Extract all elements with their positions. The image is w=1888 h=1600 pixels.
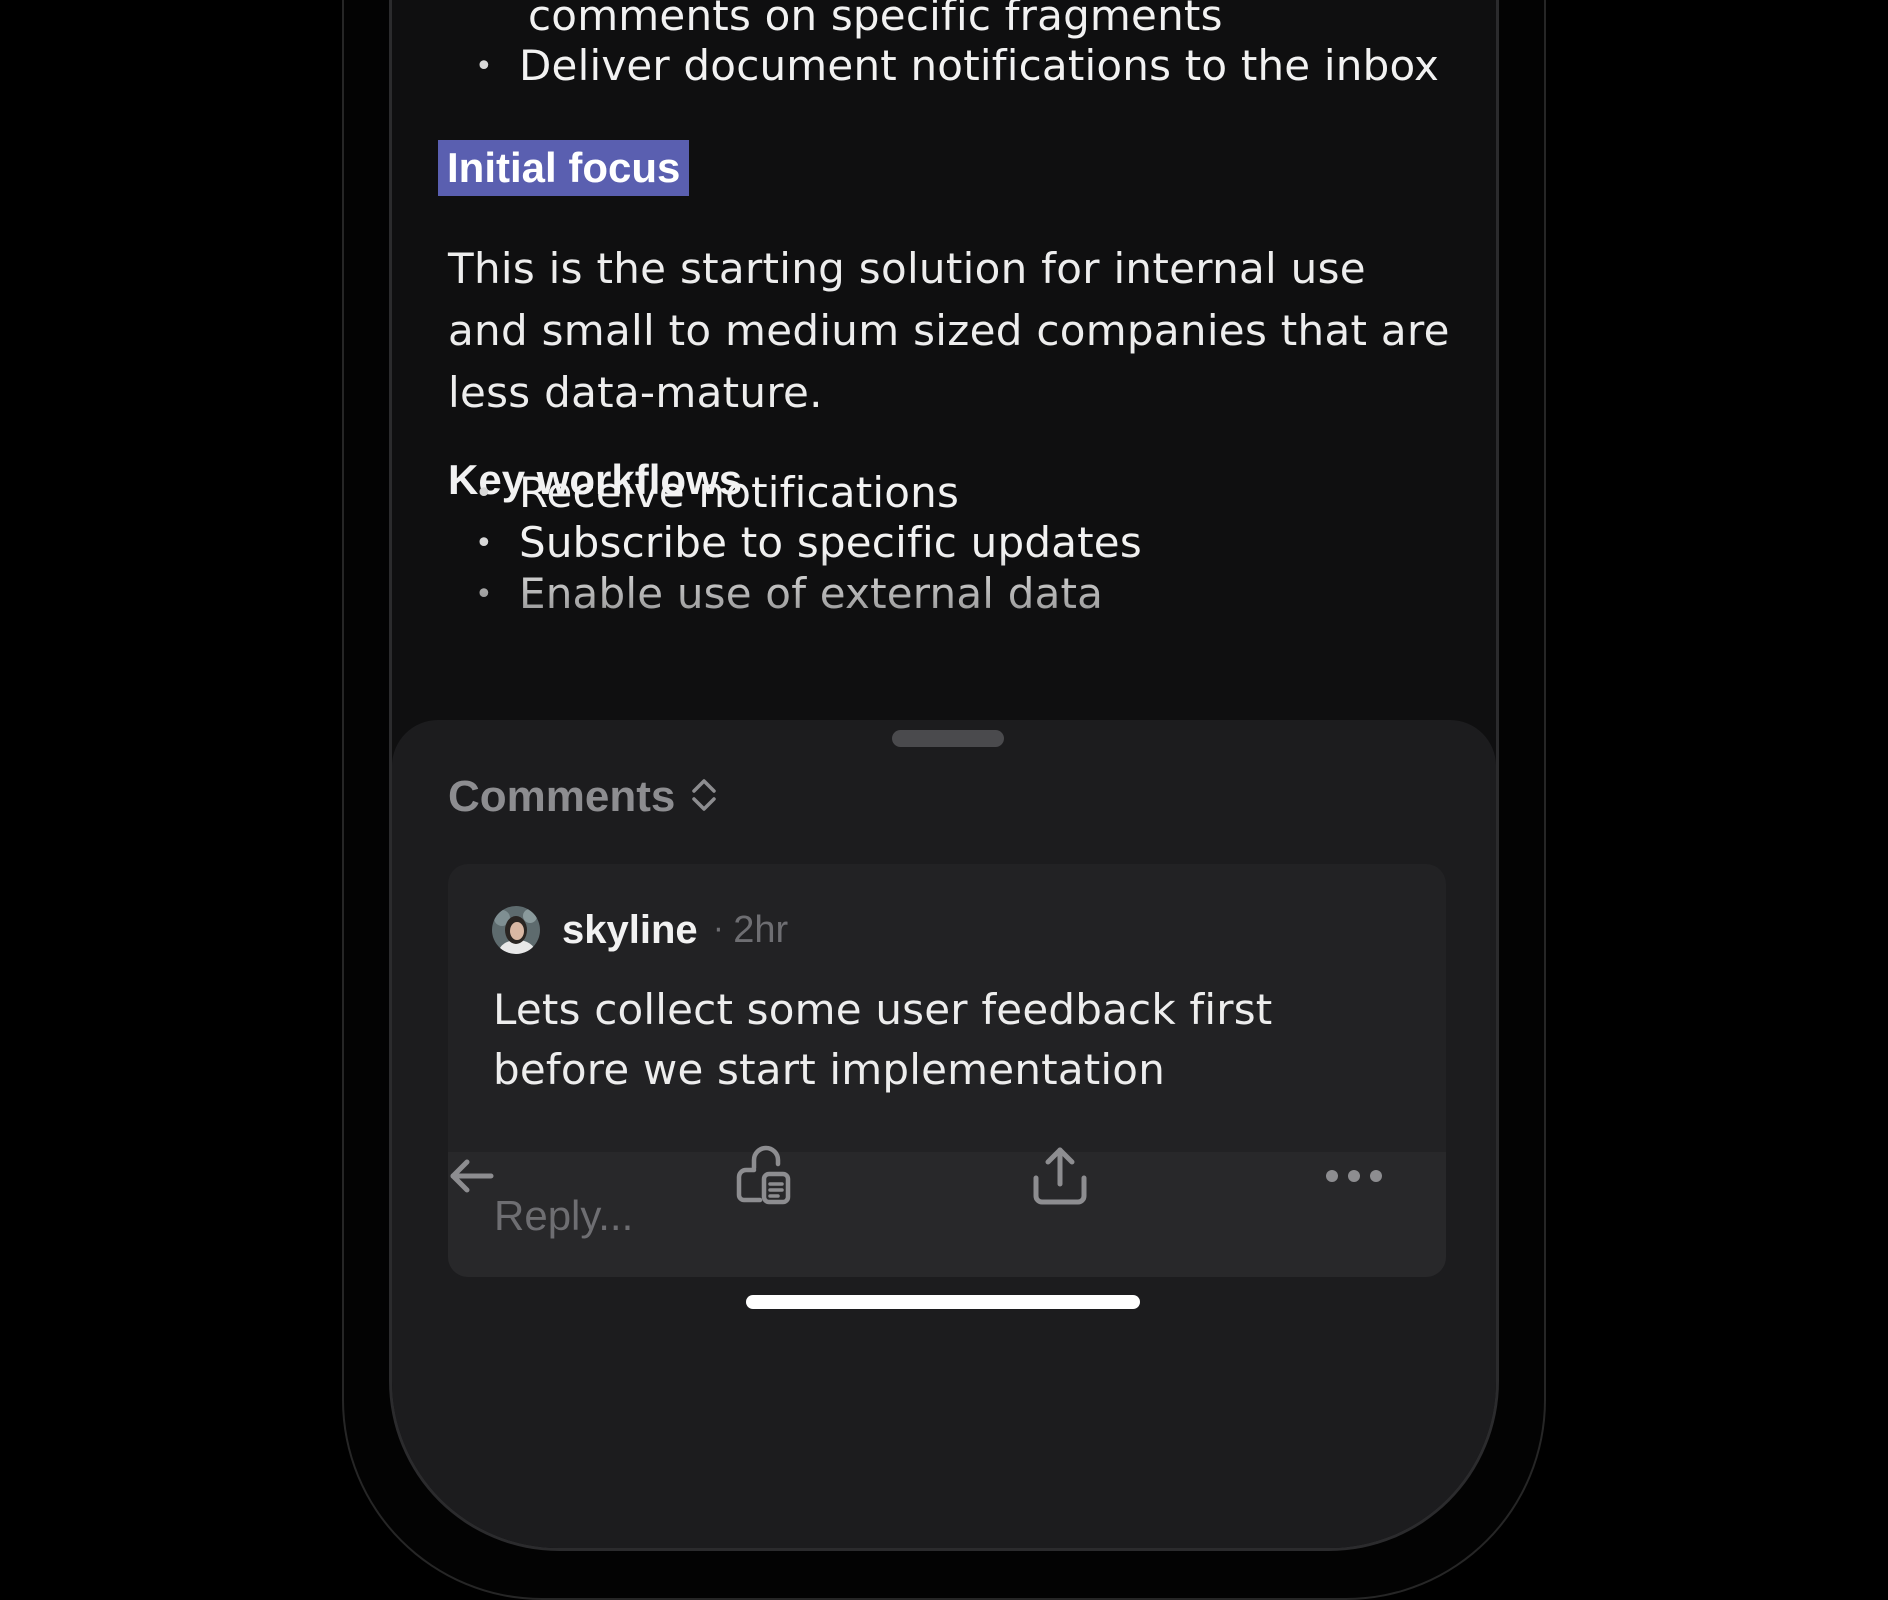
meta-separator: · (713, 912, 724, 948)
arrow-left-icon (447, 1156, 497, 1200)
comments-sheet: Comments skyline · 2hr Lets collect some… (392, 720, 1496, 1548)
bullet-glyph: • (475, 526, 493, 561)
comment-body: Lets collect some user feedback first be… (493, 985, 1273, 1094)
bullet-glyph: • (475, 577, 493, 612)
list-item: • Deliver document notifications to the i… (475, 40, 1439, 93)
list-item: • Subscribe to specific updates (475, 517, 1142, 570)
comments-filter-button[interactable]: Comments (448, 772, 719, 822)
list-item-text: Receive notifications (519, 468, 960, 517)
bullet-glyph: • (475, 49, 493, 84)
list-item: • Enable use of external data (475, 568, 1103, 621)
back-button[interactable] (432, 1138, 512, 1218)
avatar[interactable] (492, 906, 540, 954)
comments-title: Comments (448, 772, 676, 821)
lock-document-button[interactable] (724, 1138, 804, 1218)
list-item: • Receive notifications (475, 467, 959, 520)
reply-input[interactable] (492, 1182, 1376, 1250)
stage: comments on specific fragments • Deliver … (0, 0, 1888, 1600)
comment-card: skyline · 2hr Lets collect some user fee… (448, 864, 1446, 1277)
reply-box (448, 1152, 1446, 1277)
list-item-text: Enable use of external data (519, 569, 1104, 618)
home-indicator[interactable] (746, 1295, 1140, 1309)
more-icon (1324, 1166, 1384, 1190)
list-item-text: Subscribe to specific updates (519, 518, 1142, 567)
bullet-glyph: • (475, 476, 493, 511)
section-heading-selected[interactable]: Initial focus (438, 140, 690, 196)
comment-timestamp: 2hr (733, 908, 789, 951)
list-item-text: Deliver document notifications to the in… (519, 41, 1440, 90)
document-view[interactable]: comments on specific fragments • Deliver … (392, 0, 1496, 750)
phone-screen: comments on specific fragments • Deliver … (389, 0, 1499, 1551)
share-icon (1028, 1144, 1092, 1212)
list-item-continuation: comments on specific fragments (528, 0, 1223, 40)
comment-header: skyline · 2hr (492, 906, 788, 954)
comment-author[interactable]: skyline (562, 908, 698, 953)
sheet-grabber-handle[interactable] (892, 730, 1004, 747)
paragraph: This is the starting solution for intern… (448, 244, 1450, 417)
chevron-up-down-icon (689, 775, 719, 819)
more-options-button[interactable] (1314, 1138, 1394, 1218)
share-button[interactable] (1020, 1138, 1100, 1218)
lock-document-icon (732, 1144, 796, 1212)
